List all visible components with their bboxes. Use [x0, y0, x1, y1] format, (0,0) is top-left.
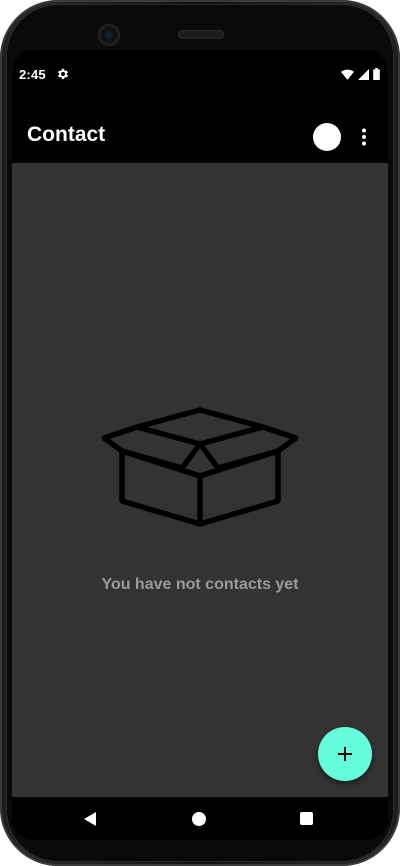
- status-icons: [341, 68, 380, 80]
- home-circle-icon[interactable]: [192, 812, 206, 826]
- status-time: 2:45: [19, 67, 46, 82]
- app-bar: Contact: [12, 98, 388, 163]
- recents-square-icon[interactable]: [300, 812, 313, 825]
- page-title: Contact: [27, 123, 106, 146]
- status-bar: 2:45: [12, 50, 388, 98]
- cell-signal-icon: [358, 68, 369, 80]
- battery-icon: [373, 68, 380, 80]
- empty-state-message: You have not contacts yet: [101, 576, 299, 593]
- add-contact-button[interactable]: [318, 727, 372, 781]
- back-triangle-icon[interactable]: [82, 811, 98, 827]
- avatar[interactable]: [313, 123, 341, 151]
- more-vert-icon: [362, 128, 366, 146]
- front-camera: [98, 24, 120, 46]
- overflow-menu-button[interactable]: [352, 122, 376, 152]
- system-nav-bar: [12, 797, 388, 840]
- plus-icon: [338, 747, 352, 761]
- phone-frame: 2:45 Contact You have not contacts yet: [0, 0, 400, 866]
- wifi-icon: [341, 69, 354, 80]
- open-box-icon: [102, 407, 298, 527]
- contacts-content: You have not contacts yet: [12, 163, 388, 797]
- screen: 2:45 Contact You have not contacts yet: [12, 50, 388, 840]
- gear-icon: [57, 68, 69, 80]
- earpiece-speaker: [178, 30, 224, 39]
